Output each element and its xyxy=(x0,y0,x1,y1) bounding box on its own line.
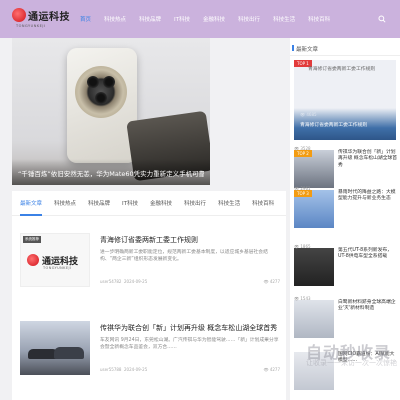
sidebar-item-title[interactable]: 传祺华为联合创「新」计划再升级 概念车松山湖全球首秀 xyxy=(338,150,398,169)
sidebar-top1-image-text: 青海修订省委两新工委工作规则 xyxy=(308,67,376,72)
sidebar-item[interactable]: TOP 3 暴雨时代的降益之路：大模型能力提升与新业务生态 👁 2961 xyxy=(294,186,398,240)
rank-badge: TOP 2 xyxy=(294,150,312,157)
article-item[interactable]: 传祺华为联合创「新」计划再升级 概念车松山湖全球首秀 车友网讯 9月24日，东莞… xyxy=(20,321,280,381)
site-logo[interactable]: 通运科技 TONGYUNKEJI xyxy=(12,5,70,33)
sidebar-item-views: 👁 1865 xyxy=(294,244,311,249)
sidebar-thumbnail[interactable] xyxy=(294,248,334,286)
tab-travel[interactable]: 科技出行 xyxy=(184,199,206,207)
sidebar-item-title[interactable]: 第五代UT-8系列新发布，UT-8供电车型全系搭载 xyxy=(338,248,398,261)
article-item[interactable]: 系统推荐 通运科技 TONGYUNKEJI 青海修订省委两新工委工作规则 进一步… xyxy=(20,233,280,293)
nav-item-brand[interactable]: 科技品牌 xyxy=(139,15,161,23)
tab-finance[interactable]: 金融科技 xyxy=(150,199,172,207)
thumbnail-tag: 系统推荐 xyxy=(23,236,41,243)
camera-ring xyxy=(75,66,127,118)
article-author[interactable]: user54782 2024-09-25 xyxy=(100,279,147,284)
nav-item-it[interactable]: IT科技 xyxy=(174,15,190,23)
category-tabs: 最新文章 科技热点 科技品牌 IT科技 金融科技 科技出行 科技生活 科技百科 xyxy=(20,199,286,207)
nav-item-home[interactable]: 首页 xyxy=(80,15,91,23)
sidebar-top1-image[interactable]: TOP 1 青海修订省委两新工委工作规则 青海修订省委两新工委工作规则 👁 46… xyxy=(294,60,396,140)
nav-item-travel[interactable]: 科技出行 xyxy=(238,15,260,23)
thumbnail-logo-icon xyxy=(27,254,39,266)
article-title[interactable]: 传祺华为联合创「新」计划再升级 概念车松山湖全球首秀 xyxy=(100,323,277,333)
rank-badge: TOP 3 xyxy=(294,190,312,197)
article-author[interactable]: user55788 2024-09-25 xyxy=(100,367,147,372)
car-image xyxy=(54,347,84,359)
search-icon[interactable] xyxy=(378,15,386,23)
hero-title[interactable]: “千锤百炼”依旧安然无恙，华为Mate60凭实力重新定义手机可靠性 xyxy=(18,168,204,178)
nav-item-wiki[interactable]: 科技百科 xyxy=(308,15,330,23)
nav-item-hot[interactable]: 科技热点 xyxy=(104,15,126,23)
sidebar-top1[interactable]: TOP 1 青海修订省委两新工委工作规则 青海修订省委两新工委工作规则 👁 46… xyxy=(294,60,396,140)
tab-divider xyxy=(12,215,286,216)
main-nav: 首页 科技热点 科技品牌 IT科技 金融科技 科技出行 科技生活 科技百科 xyxy=(80,15,343,23)
camera-lens xyxy=(103,76,115,88)
logo-subtitle: TONGYUNKEJI xyxy=(16,24,46,28)
tab-it[interactable]: IT科技 xyxy=(122,199,138,207)
article-excerpt: 车友网讯 9月24日，东莞松山湖。广汽传祺与华为智能驾驶……「新」计划成果分享会… xyxy=(100,338,279,351)
article-views: 👁 4277 xyxy=(263,367,280,372)
sidebar-item-title[interactable]: 白鹭新材料跻身全球高端企业'灭'新材料制造 xyxy=(338,300,398,313)
sidebar-thumbnail[interactable] xyxy=(294,300,334,338)
tab-life[interactable]: 科技生活 xyxy=(218,199,240,207)
article-views: 👁 4277 xyxy=(263,279,280,284)
tab-hot[interactable]: 科技热点 xyxy=(54,199,76,207)
sidebar-item-views: 👁 1543 xyxy=(294,296,311,301)
sidebar-heading: 最新文章 xyxy=(291,45,319,53)
site-header: 通运科技 TONGYUNKEJI 首页 科技热点 科技品牌 IT科技 金融科技 … xyxy=(0,0,400,38)
tab-brand[interactable]: 科技品牌 xyxy=(88,199,110,207)
sidebar-item-views: 👁 3528 xyxy=(294,146,311,151)
nav-item-life[interactable]: 科技生活 xyxy=(273,15,295,23)
hero-phone-image xyxy=(67,48,137,163)
sidebar-item-views: 👁 2961 xyxy=(294,186,311,191)
article-meta: user54782 2024-09-25 👁 4277 xyxy=(100,279,280,284)
camera-lens xyxy=(95,92,107,104)
sidebar-top1-views: 👁 4685 xyxy=(300,112,317,117)
logo-text: 通运科技 xyxy=(28,12,70,23)
article-title[interactable]: 青海修订省委两新工委工作规则 xyxy=(100,235,198,245)
nav-item-finance[interactable]: 金融科技 xyxy=(203,15,225,23)
tab-latest[interactable]: 最新文章 xyxy=(20,199,42,207)
tab-active-indicator xyxy=(20,214,42,216)
article-thumbnail[interactable]: 系统推荐 通运科技 TONGYUNKEJI xyxy=(20,233,90,287)
article-excerpt: 进一步明确两新工委职能定位，规范两新工委基本制度，以适应城乡基层社会结构、“两企… xyxy=(100,250,268,263)
watermark-subtitle: 让收录一一来访一次一次惊艳 xyxy=(306,359,397,367)
sidebar-divider xyxy=(290,55,400,56)
sidebar-top1-title[interactable]: 青海修订省委两新工委工作规则 xyxy=(300,123,390,129)
tab-wiki[interactable]: 科技百科 xyxy=(252,199,274,207)
logo-mark-icon xyxy=(12,8,26,22)
sidebar-item-title[interactable]: 暴雨时代的降益之路：大模型能力提升与新业务生态 xyxy=(338,190,398,203)
thumbnail-logo-subtitle: TONGYUNKEJI xyxy=(43,266,72,270)
sidebar-thumbnail[interactable]: TOP 2 xyxy=(294,150,334,188)
article-thumbnail[interactable] xyxy=(20,321,90,375)
sidebar-item[interactable]: 第五代UT-8系列新发布，UT-8供电车型全系搭载 👁 1865 xyxy=(294,244,398,298)
sidebar-thumbnail[interactable]: TOP 3 xyxy=(294,190,334,228)
article-meta: user55788 2024-09-25 👁 4277 xyxy=(100,367,280,372)
hero-carousel[interactable]: “千锤百炼”依旧安然无恙，华为Mate60凭实力重新定义手机可靠性 xyxy=(12,38,210,185)
article-list-card: 最新文章 科技热点 科技品牌 IT科技 金融科技 科技出行 科技生活 科技百科 … xyxy=(12,191,286,400)
camera-lens xyxy=(87,76,99,88)
